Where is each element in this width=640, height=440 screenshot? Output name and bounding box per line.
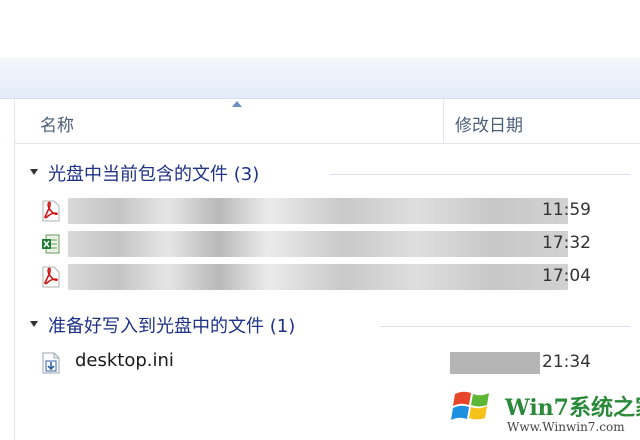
group-header-files-ready-to-burn[interactable]: 准备好写入到光盘中的文件 (1) xyxy=(30,312,630,338)
group-divider xyxy=(380,326,630,327)
file-name-redacted xyxy=(68,264,568,290)
file-modified-time: 17:04 xyxy=(542,266,591,286)
pdf-icon xyxy=(42,266,60,288)
pdf-icon xyxy=(42,200,60,222)
explorer-toolbar xyxy=(0,58,640,99)
group-header-current-files[interactable]: 光盘中当前包含的文件 (3) xyxy=(30,160,630,186)
file-modified-time: 21:34 xyxy=(542,352,591,372)
file-row[interactable]: 17:04 xyxy=(30,262,630,294)
column-header-name[interactable]: 名称 xyxy=(40,111,74,136)
file-row[interactable]: 17:32 xyxy=(30,229,630,261)
navigation-pane[interactable] xyxy=(0,99,15,440)
file-row[interactable]: desktop.ini 21:34 xyxy=(30,348,630,380)
file-modified-time: 17:32 xyxy=(542,233,591,253)
watermark-title: Win7系统之家 xyxy=(505,395,640,421)
window-top-area xyxy=(0,0,640,58)
site-watermark: Win7系统之家 Www.Winwin7.com xyxy=(445,380,640,440)
excel-icon xyxy=(42,234,60,254)
file-modified-time: 11:59 xyxy=(542,200,591,220)
file-name-redacted xyxy=(68,198,568,224)
group-divider xyxy=(330,174,630,175)
column-header-date-modified[interactable]: 修改日期 xyxy=(455,111,523,136)
windows-logo-icon xyxy=(451,391,489,420)
column-header-bar: 名称 修改日期 xyxy=(15,99,640,144)
collapse-triangle-icon[interactable] xyxy=(30,169,38,175)
sort-ascending-icon[interactable] xyxy=(232,101,242,107)
watermark-url: Www.Winwin7.com xyxy=(507,420,625,434)
file-name-redacted xyxy=(68,231,568,257)
collapse-triangle-icon[interactable] xyxy=(30,321,38,327)
column-separator[interactable] xyxy=(443,99,444,143)
ini-file-icon xyxy=(42,352,60,374)
group-label: 光盘中当前包含的文件 (3) xyxy=(48,164,260,185)
file-row[interactable]: 11:59 xyxy=(30,196,630,228)
file-date-redacted xyxy=(450,352,540,374)
group-label: 准备好写入到光盘中的文件 (1) xyxy=(48,316,296,337)
file-name: desktop.ini xyxy=(75,350,174,371)
